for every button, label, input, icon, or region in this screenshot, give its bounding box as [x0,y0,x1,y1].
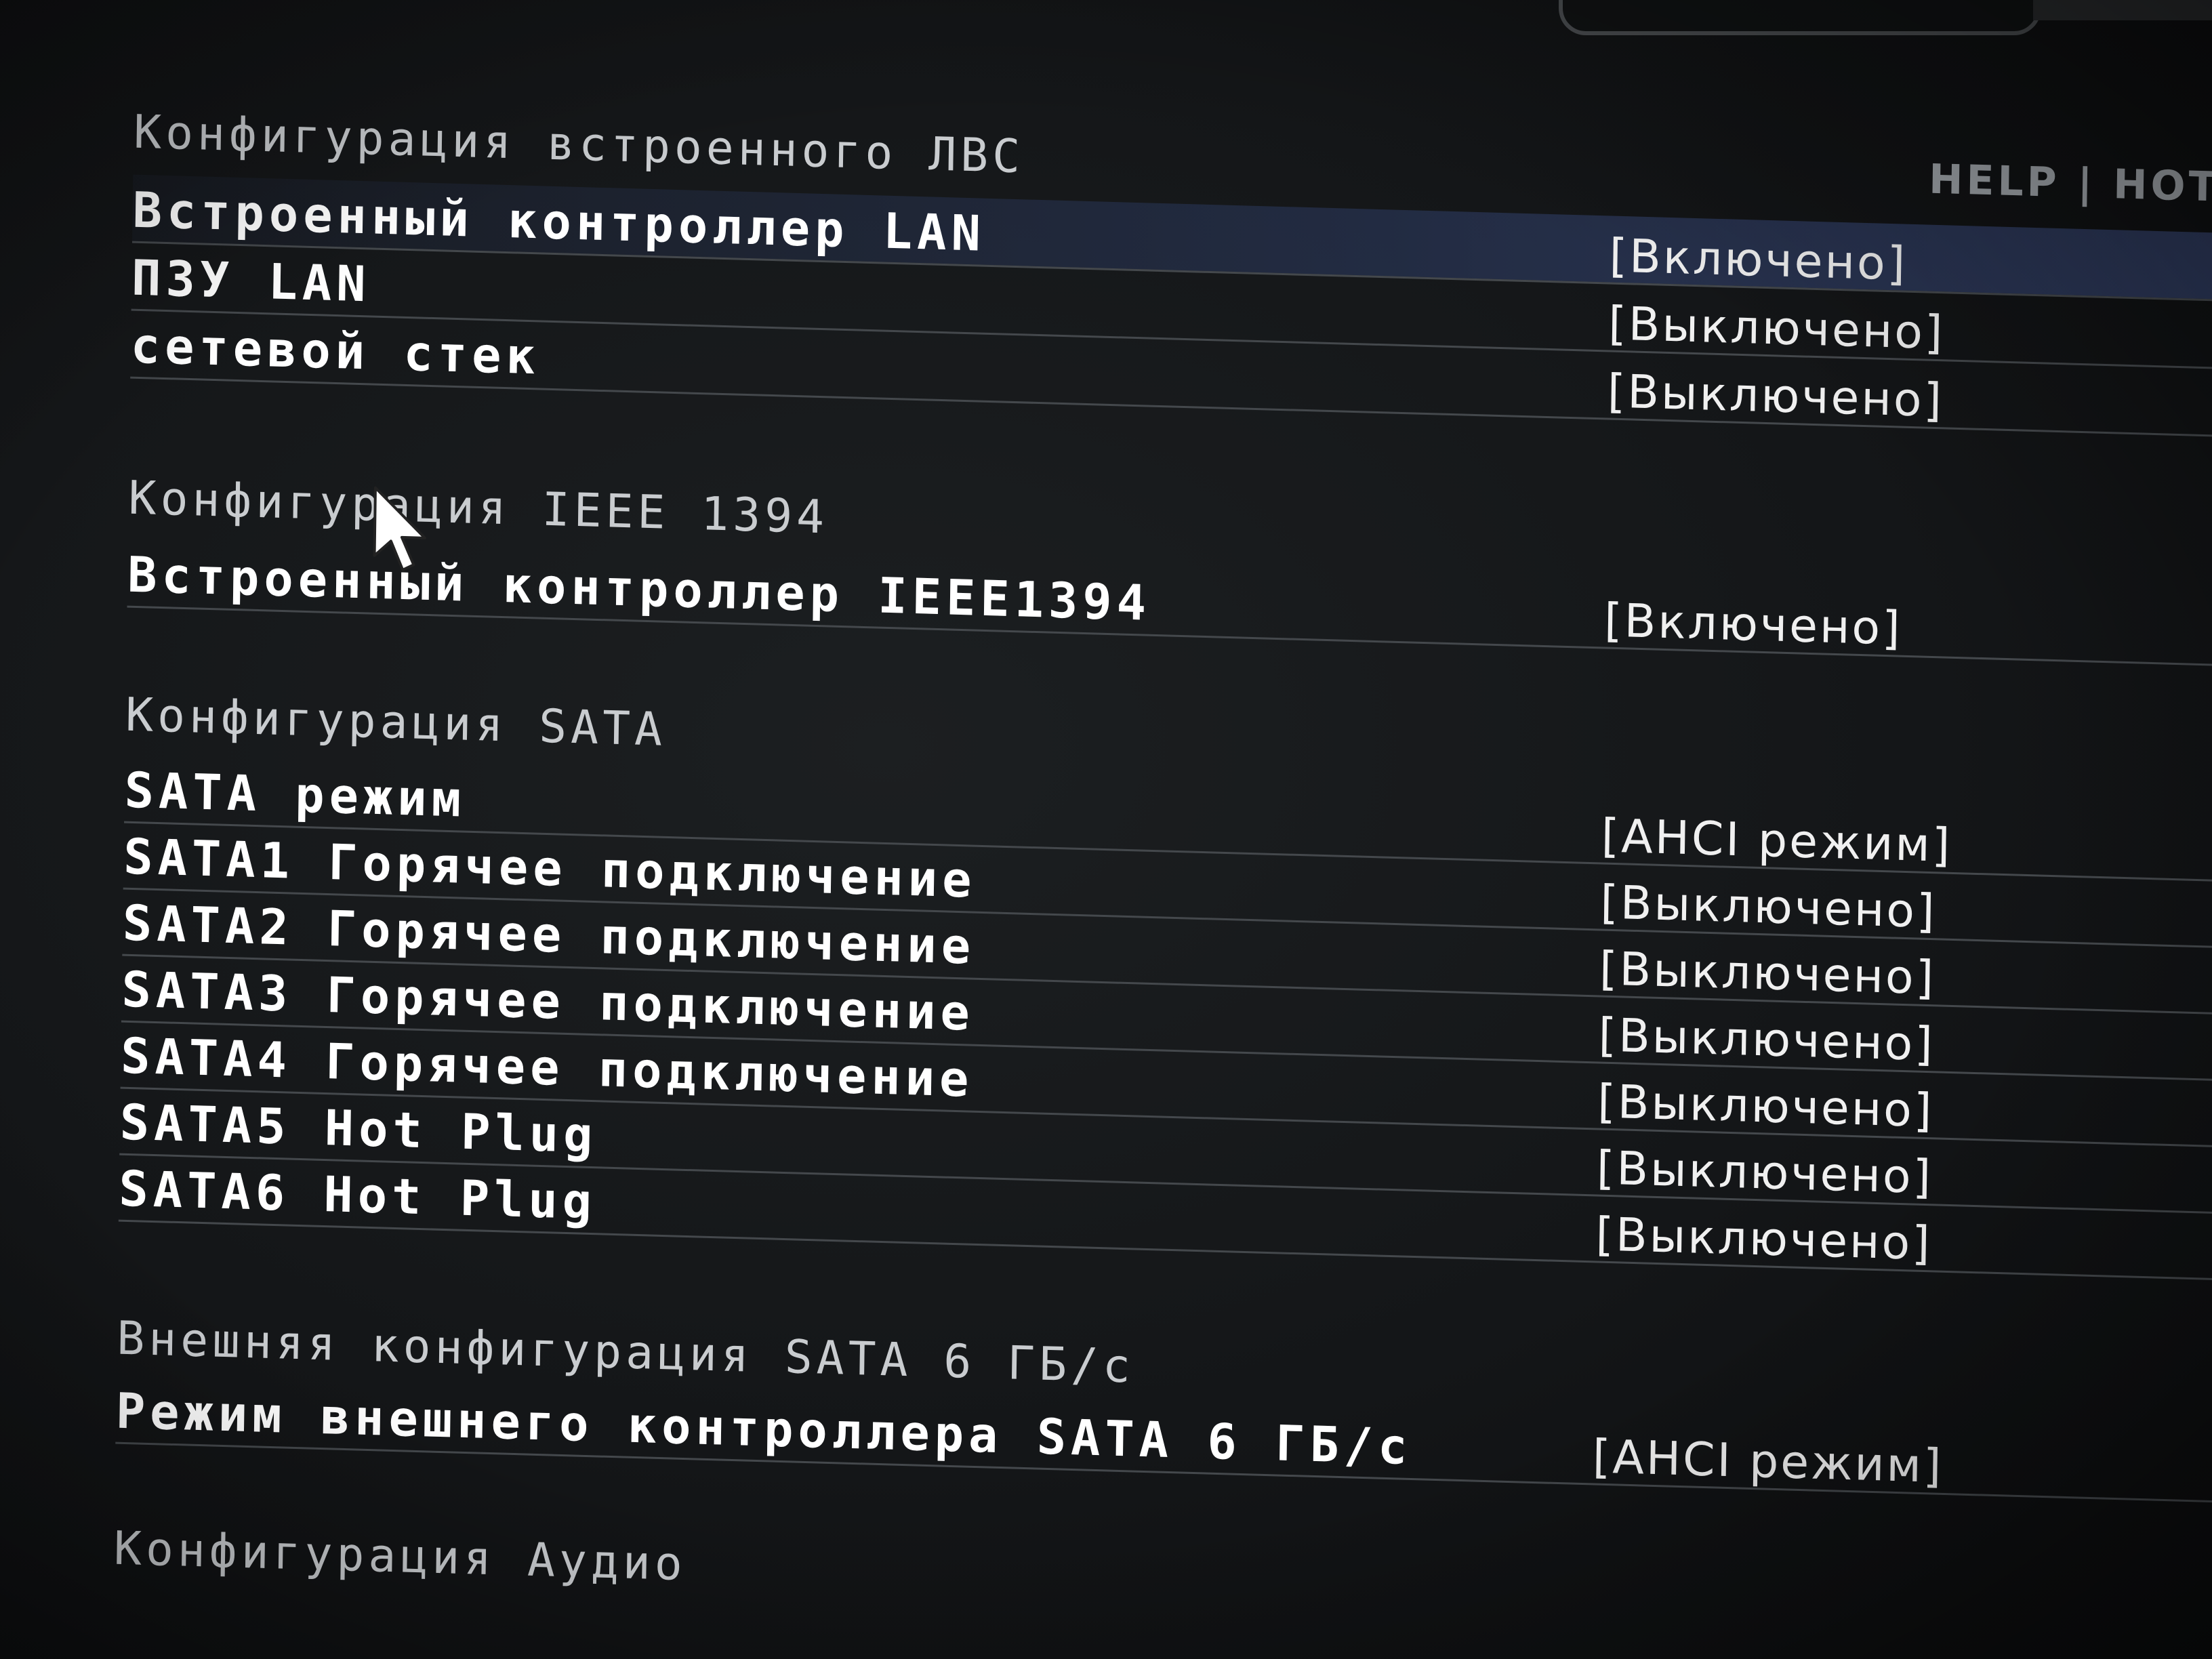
setting-row-onboard-ieee1394[interactable]: Встроенный контроллер IEEE1394 [Включено… [127,539,2212,667]
setting-label: SATA режим [124,761,466,828]
bios-screen: HELP | HOT Конфигурация встроенного ЛВС … [0,0,2212,1659]
section-title-audio: Конфигурация Аудио [113,1521,687,1592]
section-title-lan: Конфигурация встроенного ЛВС [133,105,1025,184]
monitor-bezel-edge [2033,0,2212,20]
help-hotkeys[interactable]: HELP | HOT [1929,156,2212,211]
setting-value[interactable]: [Выключено] [1595,1208,1932,1271]
section-title-ieee1394: Конфигурация IEEE 1394 [128,471,829,545]
setting-label: Встроенный контроллер IEEE1394 [127,546,1151,632]
setting-label: SATA5 Hot Plug [119,1093,598,1164]
monitor-bezel [1559,0,2041,35]
setting-value[interactable]: [Выключено] [1600,876,1937,939]
setting-value[interactable]: [AHCI режим] [1592,1430,1944,1493]
bios-content: HELP | HOT Конфигурация встроенного ЛВС … [0,0,2212,1659]
setting-value[interactable]: [Включено] [1609,229,1907,291]
setting-value[interactable]: [Включено] [1604,594,1902,655]
setting-value[interactable]: [Выключено] [1597,1075,1934,1138]
setting-row-external-sata-mode[interactable]: Режим внешнего контроллера SATA 6 ГБ/с [… [115,1375,2212,1503]
setting-label: SATA6 Hot Plug [118,1160,597,1231]
setting-value[interactable]: [Выключено] [1598,1008,1935,1071]
setting-value[interactable]: [Выключено] [1608,297,1945,360]
setting-label: ПЗУ LAN [131,249,371,313]
setting-value[interactable]: [Выключено] [1596,1141,1933,1204]
setting-label: сетевой стек [130,316,541,386]
setting-value[interactable]: [Выключено] [1599,942,1936,1005]
mouse-pointer-icon [373,486,426,571]
setting-label: Режим внешнего контроллера SATA 6 ГБ/с [115,1382,1412,1476]
setting-value[interactable]: [Выключено] [1607,365,1944,428]
section-title-sata: Конфигурация SATA [125,688,667,757]
